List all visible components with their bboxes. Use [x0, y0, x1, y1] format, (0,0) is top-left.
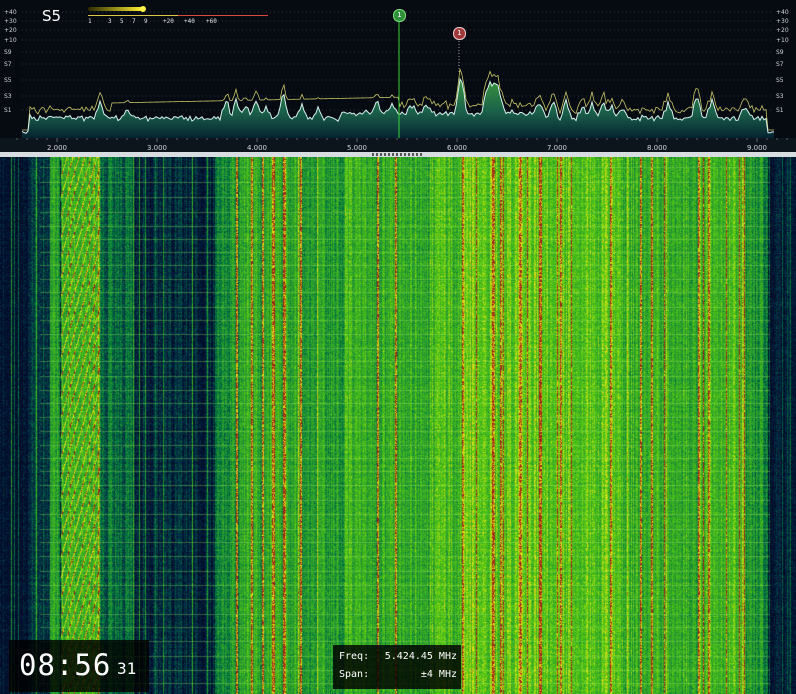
db-label-left: S5 [4, 77, 12, 84]
frequency-info-panel: Freq: 5.424.45 MHz Span: ±4 MHz [333, 645, 461, 689]
frequency-tick-label: 3.000 [147, 144, 167, 152]
db-label-left: S1 [4, 107, 12, 114]
s-meter-tick: 1 [88, 18, 92, 25]
s-meter-reading: S5 [42, 7, 62, 25]
db-label-right: S9 [776, 49, 784, 56]
clock-hours-minutes: 08:56 [19, 648, 112, 682]
db-label-left: +30 [4, 18, 17, 25]
frequency-tick-label: 8.000 [647, 144, 667, 152]
spectrum-fill [22, 79, 774, 138]
frequency-tick-label: 2.000 [47, 144, 67, 152]
span-row: Span: ±4 MHz [339, 669, 457, 683]
db-label-right: +30 [776, 18, 789, 25]
span-value: ±4 MHz [420, 669, 457, 680]
freq-label: Freq: [339, 651, 370, 662]
frequency-axis-band [0, 138, 796, 152]
db-label-right: +20 [776, 27, 789, 34]
clock-seconds: 31 [117, 659, 137, 678]
db-label-left: +20 [4, 27, 17, 34]
s-meter-scale-line [88, 15, 178, 16]
db-label-right: +40 [776, 9, 789, 16]
db-label-right: S5 [776, 77, 784, 84]
s-meter-tick: 3 [108, 18, 112, 25]
waterfall-display[interactable] [0, 157, 796, 694]
clock-overlay: 08:56 31 [9, 640, 149, 692]
s-meter-bar [88, 7, 142, 11]
s-meter-tick: +40 [184, 18, 195, 25]
frequency-tick-label: 5.000 [347, 144, 367, 152]
spectrum-display[interactable]: +40 +40 +30 +30 +20 +20 +10 +10 S9 S9 S7 S7 S5 S5 S3 S3… [0, 0, 796, 155]
db-label-left: S9 [4, 49, 12, 56]
db-label-right: +10 [776, 37, 789, 44]
marker-1-handle[interactable]: 1 [393, 9, 406, 22]
db-label-right: S7 [776, 61, 784, 68]
db-label-left: S7 [4, 61, 12, 68]
s-meter-ticks: 1 3 5 7 9 +20 +40 +60 [88, 18, 228, 25]
s-meter-indicator [140, 6, 146, 12]
frequency-tick-label: 9.000 [747, 144, 767, 152]
s-meter-tick: +20 [163, 18, 174, 25]
frequency-tick-label: 4.000 [247, 144, 267, 152]
marker-peak-handle[interactable]: 1 [453, 27, 466, 40]
s-meter-tick: 5 [120, 18, 124, 25]
s-meter-tick: 7 [132, 18, 136, 25]
db-label-left: S3 [4, 93, 12, 100]
s-meter-tick: +60 [206, 18, 217, 25]
db-label-left: +40 [4, 9, 17, 16]
span-label: Span: [339, 669, 370, 680]
frequency-tick-label: 6.000 [447, 144, 467, 152]
s-meter-tick: 9 [144, 18, 148, 25]
s-meter-scale-overload-line [178, 15, 268, 16]
splitter-grip-icon[interactable] [372, 153, 424, 156]
freq-row: Freq: 5.424.45 MHz [339, 651, 457, 665]
db-label-right: S3 [776, 93, 784, 100]
freq-value: 5.424.45 MHz [384, 651, 457, 662]
frequency-tick-label: 7.000 [547, 144, 567, 152]
db-label-left: +10 [4, 37, 17, 44]
db-label-right: S1 [776, 107, 784, 114]
s-meter-scale: 1 3 5 7 9 +20 +40 +60 [88, 4, 268, 28]
